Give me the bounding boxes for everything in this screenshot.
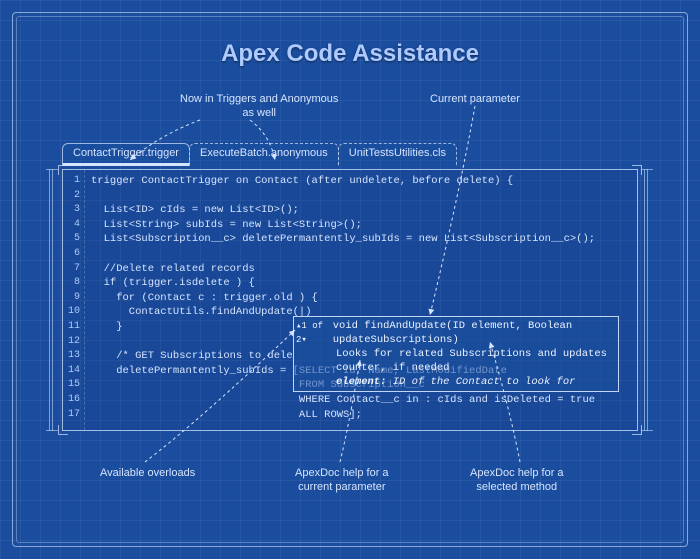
editor-tabs: ContactTrigger.trigger ExecuteBatch.anon… xyxy=(62,143,456,166)
tab-execute-batch[interactable]: ExecuteBatch.anonymous xyxy=(189,143,339,166)
line-number: 3 xyxy=(63,203,84,218)
annotation-apexdoc-selected-method: ApexDoc help for a selected method xyxy=(470,466,564,495)
tooltip-param-name: element: xyxy=(336,376,386,388)
editor-body[interactable]: 1234567891011121314151617 trigger Contac… xyxy=(62,169,638,431)
annotation-triggers-anonymous: Now in Triggers and Anonymous as well xyxy=(180,92,338,121)
right-dimension-bar xyxy=(644,169,648,431)
annotation-available-overloads: Available overloads xyxy=(100,466,195,480)
tooltip-description: Looks for related Subscriptions and upda… xyxy=(296,347,614,375)
line-number: 6 xyxy=(63,247,84,262)
line-number: 11 xyxy=(63,320,84,335)
line-number: 14 xyxy=(63,364,84,379)
line-number: 17 xyxy=(63,408,84,423)
line-number-gutter: 1234567891011121314151617 xyxy=(63,170,85,430)
line-number: 1 xyxy=(63,174,84,189)
page-title: Apex Code Assistance xyxy=(0,40,700,68)
code-editor: ContactTrigger.trigger ExecuteBatch.anon… xyxy=(62,169,638,431)
annotation-apexdoc-current-param: ApexDoc help for a current parameter xyxy=(295,466,389,495)
line-number: 7 xyxy=(63,262,84,277)
tab-contact-trigger[interactable]: ContactTrigger.trigger xyxy=(62,143,190,166)
annotation-current-parameter: Current parameter xyxy=(430,92,520,106)
tooltip-param: element: ID of the Contact to look for xyxy=(296,375,614,389)
line-number: 9 xyxy=(63,291,84,306)
line-number: 2 xyxy=(63,189,84,204)
left-dimension-bar xyxy=(49,169,53,431)
line-number: 10 xyxy=(63,305,84,320)
parameter-info-tooltip: ▴1 of 2▾ void findAndUpdate(ID element, … xyxy=(293,316,619,392)
line-number: 16 xyxy=(63,393,84,408)
line-number: 12 xyxy=(63,335,84,350)
tab-unit-tests[interactable]: UnitTestsUtilities.cls xyxy=(338,143,457,166)
tooltip-param-desc: ID of the Contact to look for xyxy=(393,376,576,388)
line-number: 4 xyxy=(63,218,84,233)
line-number: 5 xyxy=(63,232,84,247)
line-number: 15 xyxy=(63,378,84,393)
line-number: 13 xyxy=(63,349,84,364)
tooltip-nav-down-icon[interactable]: ▾ xyxy=(301,335,306,345)
line-number: 8 xyxy=(63,276,84,291)
tooltip-signature: void findAndUpdate(ID element, Boolean u… xyxy=(333,319,614,347)
